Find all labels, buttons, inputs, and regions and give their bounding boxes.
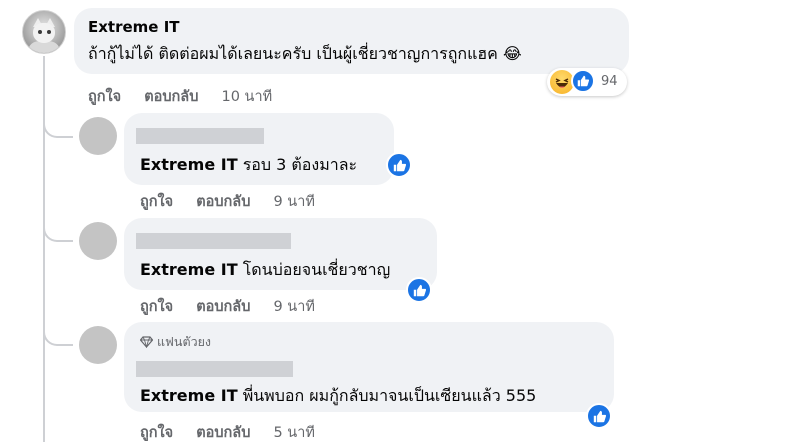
like-icon xyxy=(571,69,595,93)
badge-label: แฟนตัวยง xyxy=(157,334,212,349)
reply-text: Extreme IT รอบ 3 ต้องมาละ xyxy=(140,155,358,174)
comment-author[interactable]: Extreme IT xyxy=(88,18,180,36)
reply-text: Extreme IT โดนบ่อยจนเชี่ยวชาญ xyxy=(140,260,391,279)
reply-time[interactable]: 5 นาที xyxy=(273,425,314,441)
mention-link[interactable]: Extreme IT xyxy=(140,155,238,174)
diamond-icon xyxy=(139,336,154,351)
like-link[interactable]: ถูกใจ xyxy=(140,194,173,210)
reply-link[interactable]: ตอบกลับ xyxy=(196,425,250,441)
reply-link[interactable]: ตอบกลับ xyxy=(144,89,198,105)
avatar-extreme-it[interactable] xyxy=(22,10,66,54)
reply-actions-2: ถูกใจ ตอบกลับ 9 นาที xyxy=(140,295,315,318)
like-link[interactable]: ถูกใจ xyxy=(88,89,121,105)
comment-text: ถ้ากู้ไม่ได้ ติดต่อผมได้เลยนะครับ เป็นผู… xyxy=(88,44,522,63)
top-fan-badge[interactable]: แฟนตัวยง xyxy=(139,332,212,352)
like-link[interactable]: ถูกใจ xyxy=(140,299,173,315)
reaction-count: 94 xyxy=(601,74,618,89)
avatar-reply-2[interactable] xyxy=(79,222,117,260)
comment-bubble-main: Extreme IT ถ้ากู้ไม่ได้ ติดต่อผมได้เลยนะ… xyxy=(74,8,629,74)
reply-bubble-3: แฟนตัวยง Extreme IT พี่นพบอก ผมกู้กลับมา… xyxy=(124,322,614,412)
reply-time[interactable]: 9 นาที xyxy=(273,194,314,210)
avatar-reply-3[interactable] xyxy=(79,326,117,364)
comment-time[interactable]: 10 นาที xyxy=(221,89,272,105)
thread-curve-2 xyxy=(43,214,73,242)
reaction-summary[interactable]: 94 xyxy=(547,68,627,96)
like-icon xyxy=(406,277,432,303)
like-icon xyxy=(586,403,612,429)
reply-link[interactable]: ตอบกลับ xyxy=(196,194,250,210)
redacted-author-name xyxy=(136,361,293,377)
avatar-reply-1[interactable] xyxy=(79,117,117,155)
redacted-author-name xyxy=(136,233,291,249)
reply-actions-1: ถูกใจ ตอบกลับ 9 นาที xyxy=(140,190,315,213)
reply-text: Extreme IT พี่นพบอก ผมกู้กลับมาจนเป็นเซี… xyxy=(140,386,537,405)
reply-time[interactable]: 9 นาที xyxy=(273,299,314,315)
redacted-author-name xyxy=(136,128,264,144)
reply-bubble-1: Extreme IT รอบ 3 ต้องมาละ xyxy=(124,113,394,185)
thread-curve-1 xyxy=(43,110,73,138)
reply-link[interactable]: ตอบกลับ xyxy=(196,299,250,315)
reply-bubble-2: Extreme IT โดนบ่อยจนเชี่ยวชาญ xyxy=(124,218,437,290)
mention-link[interactable]: Extreme IT xyxy=(140,386,238,405)
comment-actions-main: ถูกใจ ตอบกลับ 10 นาที xyxy=(88,85,272,108)
reply-actions-3: ถูกใจ ตอบกลับ 5 นาที xyxy=(140,421,315,444)
like-link[interactable]: ถูกใจ xyxy=(140,425,173,441)
like-icon xyxy=(386,152,412,178)
mention-link[interactable]: Extreme IT xyxy=(140,260,238,279)
thread-curve-3 xyxy=(43,318,73,346)
